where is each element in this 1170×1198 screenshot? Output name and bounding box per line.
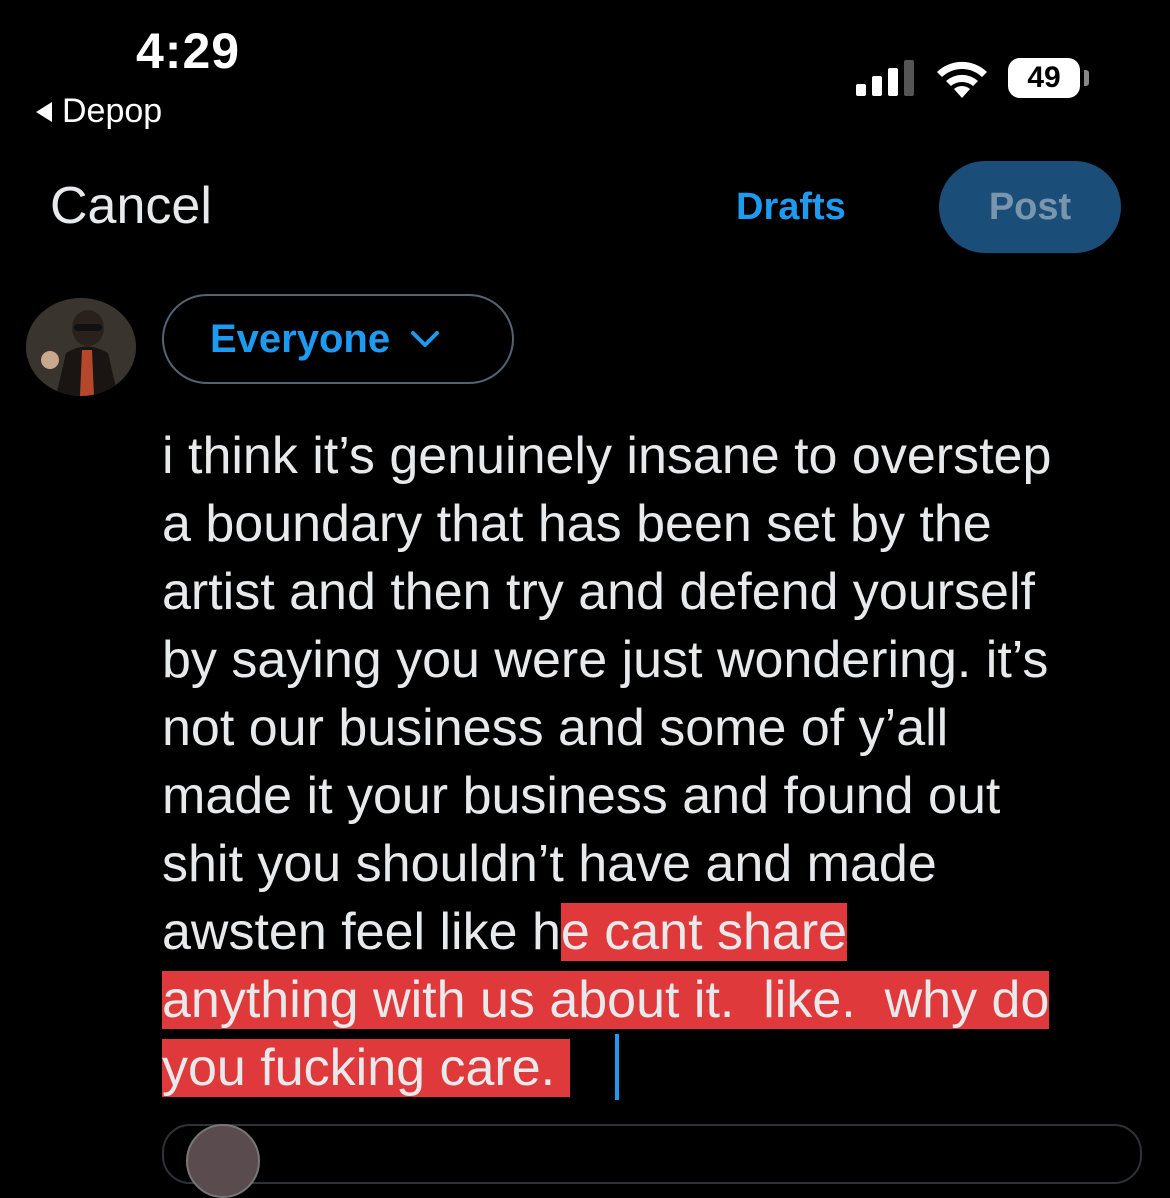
tweet-line: anything with us about it. like. why do (162, 970, 1050, 1030)
battery-nub (1084, 70, 1089, 86)
tweet-line: you fucking care. (162, 1038, 570, 1098)
highlighted-selection: e cant share (560, 903, 848, 961)
battery-level: 49 (1027, 61, 1061, 94)
tweet-line: i think it’s genuinely insane to overste… (162, 426, 1051, 486)
audience-label: Everyone (210, 316, 391, 361)
post-button-label: Post (988, 185, 1072, 228)
audience-selector[interactable]: Everyone (162, 294, 514, 384)
tweet-line: awsten feel like he cant share (162, 902, 848, 962)
tweet-line: by saying you were just wondering. it’s (162, 630, 1048, 690)
back-app-label: Depop (62, 92, 163, 130)
tweet-line: made it your business and found out (162, 766, 1000, 826)
tweet-line-text: shit you shouldn’t have and made (162, 835, 937, 893)
back-arrow-icon (36, 101, 52, 122)
drafts-button[interactable]: Drafts (736, 186, 846, 229)
text-cursor (615, 1034, 619, 1100)
tweet-line: artist and then try and defend yourself (162, 562, 1035, 622)
cancel-button[interactable]: Cancel (50, 176, 212, 236)
avatar-image (26, 298, 136, 396)
tweet-line-text: a boundary that has been set by the (162, 495, 992, 553)
tweet-line-text: i think it’s genuinely insane to overste… (162, 427, 1052, 485)
tweet-line-text: artist and then try and defend yourself (162, 563, 1035, 621)
highlighted-selection: anything with us about it. like. why do (162, 971, 1050, 1029)
cellular-signal-icon (856, 58, 914, 96)
quoted-tweet-card[interactable] (162, 1124, 1142, 1184)
post-button[interactable]: Post (939, 161, 1121, 253)
tweet-line: shit you shouldn’t have and made (162, 834, 937, 894)
status-time: 4:29 (136, 23, 241, 79)
avatar[interactable] (26, 298, 136, 396)
tweet-line: a boundary that has been set by the (162, 494, 992, 554)
tweet-line: not our business and some of y’all (162, 698, 948, 758)
highlighted-selection: you fucking care. (162, 1039, 570, 1097)
wifi-icon (937, 61, 987, 98)
chevron-down-icon (411, 331, 440, 347)
quoted-tweet-avatar (186, 1124, 260, 1198)
tweet-line-text: made it your business and found out (162, 767, 1001, 825)
tweet-line-text: not our business and some of y’all (162, 699, 949, 757)
back-to-app-button[interactable]: Depop (36, 92, 162, 131)
tweet-line-text: by saying you were just wondering. it’s (162, 631, 1049, 689)
tweet-line-text: awsten feel like h (162, 903, 561, 961)
battery-icon: 49 (1008, 58, 1080, 98)
